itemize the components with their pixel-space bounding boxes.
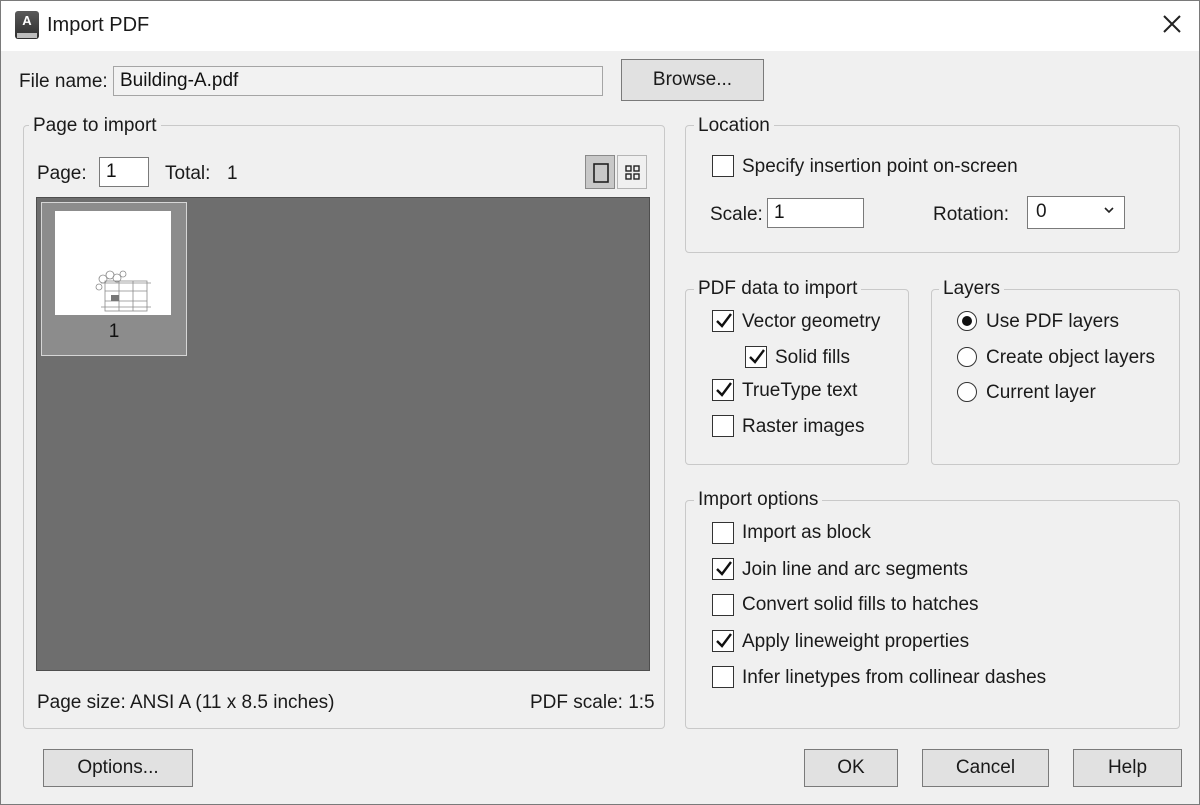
page-preview-area: 1 [36, 197, 650, 671]
raster-images-checkbox[interactable] [712, 415, 734, 437]
thumbnail-page-number: 1 [108, 321, 120, 342]
single-page-view-icon[interactable] [585, 155, 615, 189]
import-options-title: Import options [694, 489, 823, 511]
join-line-arc-checkbox[interactable] [712, 558, 734, 580]
ok-button[interactable]: OK [804, 749, 898, 787]
browse-button[interactable]: Browse... [621, 59, 764, 101]
join-line-arc-label: Join line and arc segments [742, 559, 969, 580]
convert-fills-hatches-checkbox[interactable] [712, 594, 734, 616]
vector-geometry-checkbox[interactable] [712, 310, 734, 332]
page-size-text: Page size: ANSI A (11 x 8.5 inches) [37, 692, 335, 713]
apply-lineweight-label: Apply lineweight properties [742, 631, 970, 652]
create-object-layers-radio[interactable] [957, 347, 977, 367]
location-title: Location [694, 115, 774, 137]
page-label: Page: [37, 163, 87, 184]
page-to-import-title: Page to import [29, 115, 161, 137]
specify-insertion-point-label: Specify insertion point on-screen [742, 156, 1018, 177]
cancel-button[interactable]: Cancel [922, 749, 1049, 787]
file-name-field[interactable]: Building-A.pdf [113, 66, 603, 96]
create-object-layers-label: Create object layers [986, 347, 1155, 368]
apply-lineweight-checkbox[interactable] [712, 630, 734, 652]
page-thumbnail[interactable]: 1 [41, 202, 187, 356]
infer-linetypes-checkbox[interactable] [712, 666, 734, 688]
import-as-block-label: Import as block [742, 522, 871, 543]
autocad-app-icon: A [15, 11, 39, 39]
pdf-page-preview-image [55, 211, 171, 315]
truetype-text-checkbox[interactable] [712, 379, 734, 401]
layers-title: Layers [939, 278, 1005, 300]
window-title: Import PDF [47, 14, 150, 36]
page-number-input[interactable]: 1 [99, 157, 149, 187]
import-as-block-checkbox[interactable] [712, 522, 734, 544]
infer-linetypes-label: Infer linetypes from collinear dashes [742, 667, 1047, 688]
solid-fills-label: Solid fills [775, 347, 850, 368]
app-icon-letter: A [22, 13, 32, 28]
options-button[interactable]: Options... [43, 749, 193, 787]
specify-insertion-point-checkbox[interactable] [712, 155, 734, 177]
current-layer-radio[interactable] [957, 382, 977, 402]
grid-view-icon[interactable] [617, 155, 647, 189]
solid-fills-checkbox[interactable] [745, 346, 767, 368]
total-label: Total: [165, 163, 211, 184]
pdf-data-title: PDF data to import [694, 278, 862, 300]
file-name-label: File name: [19, 71, 108, 92]
total-value: 1 [227, 163, 238, 184]
close-icon[interactable] [1159, 11, 1185, 37]
convert-fills-hatches-label: Convert solid fills to hatches [742, 594, 979, 615]
help-button[interactable]: Help [1073, 749, 1182, 787]
current-layer-label: Current layer [986, 382, 1096, 403]
location-group [685, 125, 1180, 253]
scale-label: Scale: [710, 204, 763, 225]
truetype-text-label: TrueType text [742, 380, 858, 401]
rotation-value: 0 [1036, 201, 1047, 222]
use-pdf-layers-label: Use PDF layers [986, 311, 1120, 332]
use-pdf-layers-radio[interactable] [957, 311, 977, 331]
vector-geometry-label: Vector geometry [742, 311, 881, 332]
scale-input[interactable]: 1 [767, 198, 864, 228]
chevron-down-icon [1104, 207, 1114, 214]
import-pdf-dialog: A Import PDF File name: Building-A.pdf B… [0, 0, 1200, 805]
rotation-dropdown[interactable]: 0 [1027, 196, 1125, 229]
title-bar: A Import PDF [1, 1, 1199, 51]
rotation-label: Rotation: [933, 204, 1010, 225]
pdf-scale-text: PDF scale: 1:5 [530, 692, 655, 713]
raster-images-label: Raster images [742, 416, 865, 437]
